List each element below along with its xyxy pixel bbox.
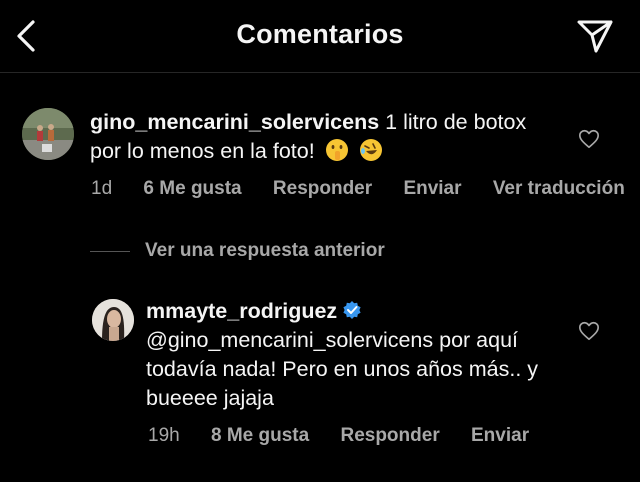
likes-count[interactable]: 6 Me gusta: [143, 178, 241, 199]
avatar[interactable]: [92, 299, 134, 341]
rolling-on-floor-laughing-icon: [359, 138, 383, 162]
comment-time: 1d: [91, 178, 113, 199]
translate-button[interactable]: Ver traducción: [493, 178, 625, 199]
shushing-face-icon: [325, 138, 349, 162]
avatar[interactable]: [22, 108, 74, 160]
like-heart-icon[interactable]: [578, 128, 600, 150]
send-button[interactable]: Enviar: [471, 425, 529, 446]
comment-1: gino_mencarini_solervicens 1 litro de bo…: [90, 108, 550, 166]
replies-divider: [90, 250, 130, 252]
view-replies-label: Ver una respuesta anterior: [145, 240, 385, 261]
comment-time: 19h: [148, 425, 180, 446]
header: Comentarios: [0, 0, 640, 73]
avatar-photo-icon: [92, 299, 134, 341]
comment-meta: 1d 6 Me gusta Responder Enviar Ver tradu…: [91, 178, 640, 200]
avatar-photo-icon: [22, 108, 74, 160]
comment-meta: 19h 8 Me gusta Responder Enviar: [148, 425, 555, 447]
comment-username[interactable]: mmayte_rodriguez: [146, 299, 337, 323]
page-title: Comentarios: [236, 19, 404, 49]
mention-link[interactable]: @gino_mencarini_solervicens: [146, 328, 433, 352]
comment-2: mmayte_rodriguez @gino_mencarini_solervi…: [146, 297, 566, 413]
reply-button[interactable]: Responder: [273, 178, 372, 199]
send-icon[interactable]: [576, 18, 614, 54]
verified-badge-icon: [343, 301, 361, 319]
comment-username[interactable]: gino_mencarini_solervicens: [90, 110, 379, 134]
like-heart-icon[interactable]: [578, 320, 600, 342]
reply-button[interactable]: Responder: [340, 425, 439, 446]
likes-count[interactable]: 8 Me gusta: [211, 425, 309, 446]
view-replies-toggle[interactable]: Ver una respuesta anterior: [90, 239, 385, 263]
send-button[interactable]: Enviar: [403, 178, 461, 199]
